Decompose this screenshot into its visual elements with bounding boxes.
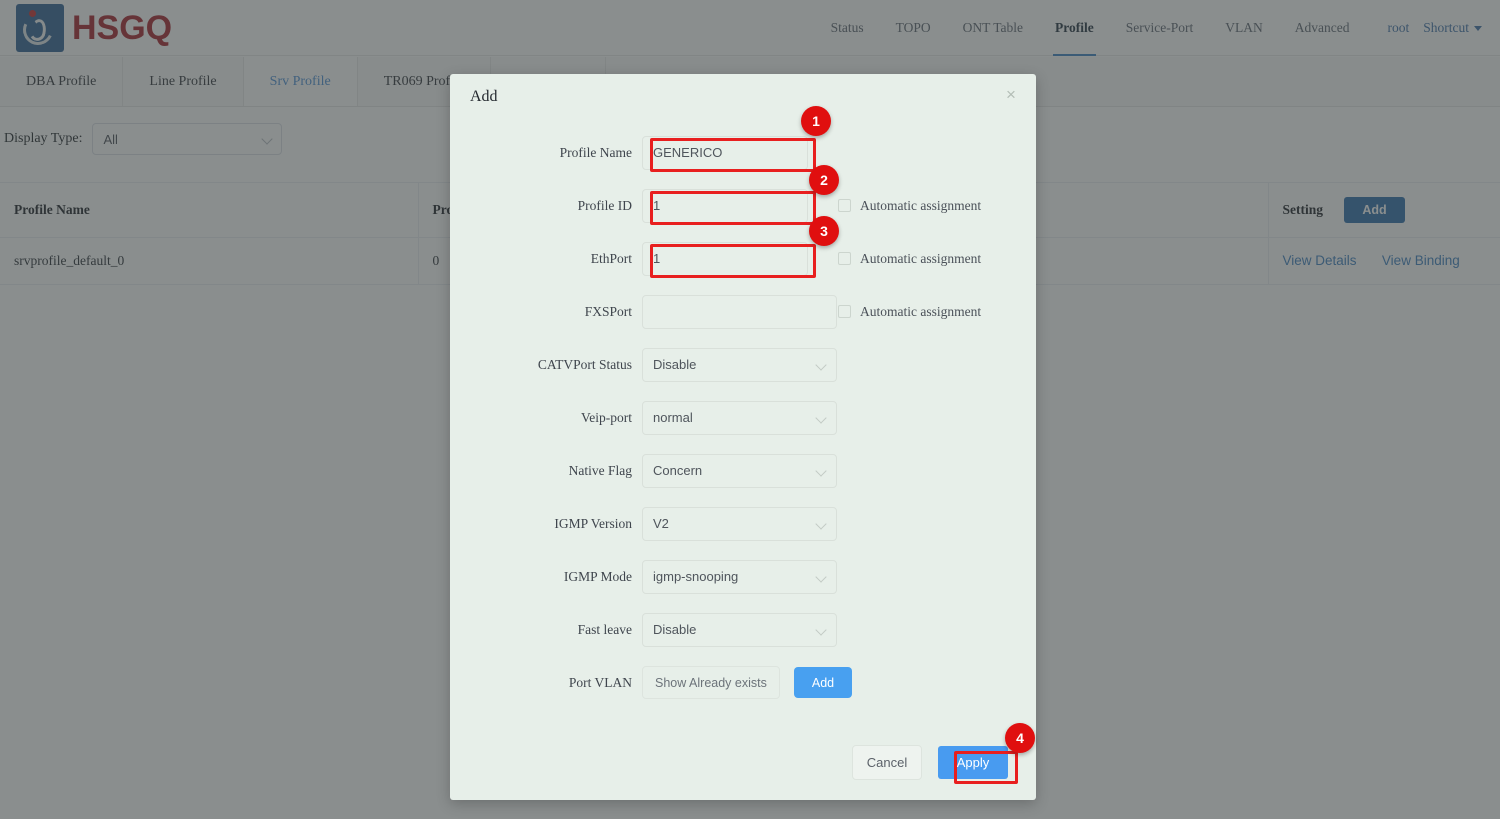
screen: HSGQ Status TOPO ONT Table Profile Servi…: [0, 0, 1500, 819]
auto-assign-label: Automatic assignment: [860, 197, 982, 213]
checkbox-icon[interactable]: [838, 305, 851, 318]
native-flag-value: Concern: [653, 463, 703, 478]
control-fast-leave: Disable: [642, 612, 837, 647]
auto-assign-label: Automatic assignment: [860, 303, 982, 319]
control-catvport-status: Disable: [642, 347, 837, 382]
chevron-down-icon: [815, 464, 827, 477]
field-row-fast-leave: Fast leave Disable: [450, 603, 1036, 656]
add-srv-profile-dialog: Add × ForoISP Profile Name GENERICO Prof…: [450, 74, 1036, 800]
igmp-version-select[interactable]: V2: [642, 506, 837, 541]
label-veip-port: Veip-port: [581, 409, 632, 425]
profile-id-input[interactable]: 1: [642, 188, 808, 223]
chevron-down-icon: [815, 517, 827, 530]
label-fast-leave: Fast leave: [577, 621, 632, 637]
field-row-profile-name: Profile Name GENERICO: [450, 126, 1036, 179]
field-row-igmp-mode: IGMP Mode igmp-snooping: [450, 550, 1036, 603]
profile-name-input[interactable]: GENERICO: [642, 135, 808, 170]
control-igmp-version: V2: [642, 506, 837, 541]
veip-port-select[interactable]: normal: [642, 400, 837, 435]
control-profile-name: GENERICO: [642, 135, 808, 170]
label-ethport: EthPort: [590, 250, 632, 266]
veip-port-value: normal: [653, 410, 693, 425]
profile-id-auto-assign[interactable]: Automatic assignment: [838, 198, 981, 214]
field-row-profile-id: Profile ID 1 Automatic assignment: [450, 179, 1036, 232]
control-veip-port: normal: [642, 400, 837, 435]
igmp-mode-select[interactable]: igmp-snooping: [642, 559, 837, 594]
field-row-catvport-status: CATVPort Status Disable: [450, 338, 1036, 391]
control-port-vlan: Show Already exists Add: [642, 666, 853, 699]
cancel-button[interactable]: Cancel: [852, 744, 922, 780]
fxsport-auto-assign[interactable]: Automatic assignment: [838, 304, 981, 320]
label-igmp-version: IGMP Version: [554, 515, 632, 531]
control-fxsport: [642, 294, 837, 329]
dialog-footer: Cancel Apply: [450, 724, 1036, 800]
igmp-mode-value: igmp-snooping: [653, 569, 739, 584]
control-igmp-mode: igmp-snooping: [642, 559, 837, 594]
label-igmp-mode: IGMP Mode: [563, 568, 632, 584]
step-badge-1: 1: [801, 106, 831, 136]
control-ethport: 1: [642, 241, 808, 276]
control-profile-id: 1: [642, 188, 808, 223]
label-port-vlan: Port VLAN: [568, 674, 632, 690]
field-row-native-flag: Native Flag Concern: [450, 444, 1036, 497]
control-native-flag: Concern: [642, 453, 837, 488]
field-row-port-vlan: Port VLAN Show Already exists Add: [450, 656, 1036, 709]
field-row-veip-port: Veip-port normal: [450, 391, 1036, 444]
field-row-igmp-version: IGMP Version V2: [450, 497, 1036, 550]
label-catvport-status: CATVPort Status: [537, 356, 632, 372]
checkbox-icon[interactable]: [838, 199, 851, 212]
native-flag-select[interactable]: Concern: [642, 453, 837, 488]
catvport-status-select[interactable]: Disable: [642, 347, 837, 382]
dialog-title: Add: [470, 88, 498, 105]
checkbox-icon[interactable]: [838, 252, 851, 265]
chevron-down-icon: [815, 623, 827, 636]
fast-leave-select[interactable]: Disable: [642, 612, 837, 647]
ethport-auto-assign[interactable]: Automatic assignment: [838, 251, 981, 267]
catvport-status-value: Disable: [653, 357, 697, 372]
show-already-exists-button[interactable]: Show Already exists: [642, 666, 780, 699]
label-profile-id: Profile ID: [577, 197, 632, 213]
dialog-header: Add ×: [450, 74, 1036, 120]
close-icon[interactable]: ×: [1002, 86, 1020, 105]
igmp-version-value: V2: [653, 516, 669, 531]
label-native-flag: Native Flag: [568, 462, 632, 478]
ethport-input[interactable]: 1: [642, 241, 808, 276]
label-fxsport: FXSPort: [584, 303, 632, 319]
label-profile-name: Profile Name: [559, 144, 632, 160]
step-badge-4: 4: [1005, 723, 1035, 753]
fast-leave-value: Disable: [653, 622, 697, 637]
fxsport-input[interactable]: [642, 294, 837, 329]
chevron-down-icon: [815, 358, 827, 371]
port-vlan-add-button[interactable]: Add: [793, 667, 853, 698]
apply-button[interactable]: Apply: [938, 745, 1008, 779]
dialog-body: ForoISP Profile Name GENERICO Profile ID…: [450, 120, 1036, 709]
step-badge-2: 2: [809, 165, 839, 195]
chevron-down-icon: [815, 411, 827, 424]
auto-assign-label: Automatic assignment: [860, 250, 982, 266]
field-row-ethport: EthPort 1 Automatic assignment: [450, 232, 1036, 285]
step-badge-3: 3: [809, 216, 839, 246]
field-row-fxsport: FXSPort Automatic assignment: [450, 285, 1036, 338]
chevron-down-icon: [815, 570, 827, 583]
